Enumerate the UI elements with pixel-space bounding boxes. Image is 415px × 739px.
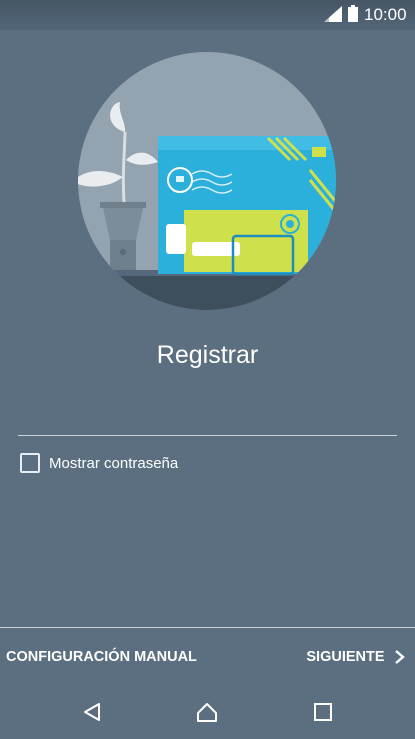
next-button-label: SIGUIENTE [306,649,385,665]
home-icon[interactable] [196,701,218,723]
show-password-label: Mostrar contraseña [49,455,179,472]
signal-icon [324,6,342,22]
back-icon[interactable] [81,701,103,723]
battery-icon [348,5,358,22]
bottom-divider [0,627,415,628]
chevron-right-icon [395,650,405,664]
navigation-bar [0,683,415,739]
status-clock: 10:00 [364,5,407,24]
recents-icon[interactable] [312,701,334,723]
next-button[interactable]: SIGUIENTE [306,646,407,668]
status-bar: 10:00 [0,0,415,30]
mail-envelope-illustration [78,52,336,310]
manual-setup-button[interactable]: CONFIGURACIÓN MANUAL [6,646,197,668]
page-title: Registrar [156,341,259,369]
checkbox-box[interactable] [20,453,40,473]
password-input[interactable] [18,398,397,436]
